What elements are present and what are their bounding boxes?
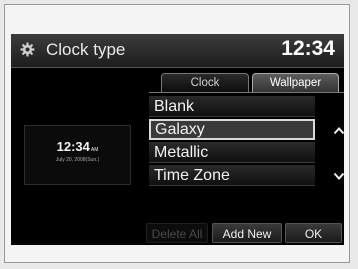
preview-date: July 20, 2008(Sun.) — [55, 157, 100, 163]
add-new-button[interactable]: Add New — [212, 223, 282, 243]
list-item-time-zone[interactable]: Time Zone — [149, 165, 315, 186]
tab-clock[interactable]: Clock — [161, 73, 249, 92]
page-title: Clock type — [46, 40, 126, 59]
chevron-up-icon[interactable] — [333, 124, 344, 136]
preview-ampm: AM — [90, 147, 99, 153]
clock-display: 12:34 — [281, 37, 335, 60]
chevron-down-icon[interactable] — [333, 169, 344, 181]
ok-button[interactable]: OK — [285, 223, 342, 243]
tab-wallpaper[interactable]: Wallpaper — [252, 73, 339, 92]
header-bar: Clock type 12:34 — [11, 34, 344, 68]
list-item-blank[interactable]: Blank — [149, 96, 315, 117]
list-item-galaxy[interactable]: Galaxy — [149, 119, 315, 140]
list-item-metallic[interactable]: Metallic — [149, 142, 315, 163]
gear-icon — [20, 42, 35, 57]
preview-time: 12:34AM — [56, 139, 99, 154]
display-screen: Clock type 12:34 Clock Wallpaper 12:34AM… — [11, 34, 344, 245]
tab-divider — [149, 92, 344, 93]
wallpaper-preview: 12:34AM July 20, 2008(Sun.) — [24, 125, 131, 185]
delete-all-button[interactable]: Delete All — [146, 223, 208, 243]
